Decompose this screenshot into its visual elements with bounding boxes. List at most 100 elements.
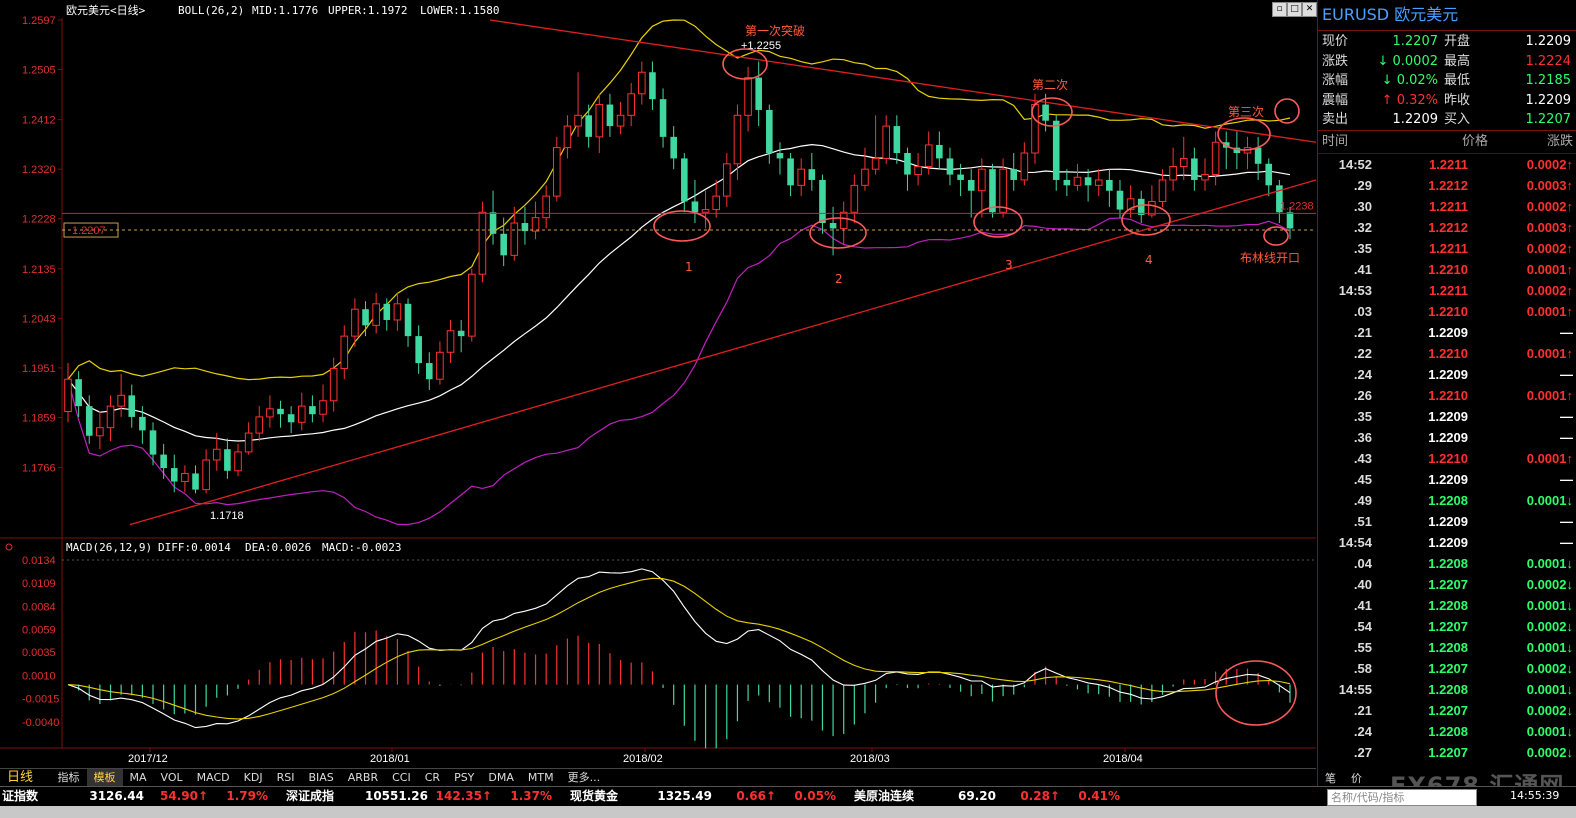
candle-body bbox=[1201, 174, 1209, 181]
tick-time: .24 bbox=[1353, 366, 1372, 382]
col-change: 涨跌 bbox=[1546, 133, 1573, 149]
tick-change: 0.0001↓ bbox=[1526, 555, 1573, 571]
tick-row[interactable]: .29 1.2212 0.0003↑ bbox=[1318, 175, 1576, 196]
col-time: 时间 bbox=[1322, 133, 1349, 149]
tick-list[interactable]: 14:52 1.2211 0.0002↑ .29 1.2212 0.0003↑ .30 1.2… bbox=[1318, 154, 1576, 763]
tick-row[interactable]: .51 1.2209 — bbox=[1318, 511, 1576, 532]
candle-body bbox=[446, 330, 455, 353]
quote-value: ↓ 0.02% bbox=[1381, 73, 1438, 89]
y-tick-label: 1.2412 bbox=[22, 115, 56, 127]
tab-trades[interactable]: 笔 bbox=[1325, 770, 1336, 786]
tick-row[interactable]: .26 1.2210 0.0001↑ bbox=[1318, 385, 1576, 406]
macd-y-tick-label: 0.0059 bbox=[22, 625, 56, 637]
candle-body bbox=[808, 169, 816, 180]
tick-price: 1.2210 bbox=[1428, 450, 1468, 466]
indicator-tab[interactable]: CR bbox=[418, 769, 447, 786]
indicator-tab[interactable]: DMA bbox=[481, 769, 521, 786]
indicator-tab[interactable]: VOL bbox=[154, 769, 190, 786]
window-max-button[interactable]: □ bbox=[1287, 2, 1302, 17]
tick-row[interactable]: .32 1.2212 0.0003↑ bbox=[1318, 217, 1576, 238]
tick-row[interactable]: .22 1.2210 0.0001↑ bbox=[1318, 343, 1576, 364]
indicator-tab[interactable]: MA bbox=[123, 769, 154, 786]
tick-row[interactable]: .03 1.2210 0.0001↑ bbox=[1318, 301, 1576, 322]
tick-row[interactable]: .04 1.2208 0.0001↓ bbox=[1318, 553, 1576, 574]
tick-table-header: 时间 价格 涨跌 bbox=[1318, 131, 1576, 154]
candle-body bbox=[467, 273, 476, 337]
status-name[interactable]: 现货黄金 bbox=[552, 787, 640, 806]
tick-row[interactable]: 14:55 1.2208 0.0001↓ bbox=[1318, 679, 1576, 700]
macd-dea-value: DEA:0.0026 bbox=[245, 541, 311, 554]
window-restore-button[interactable]: ▫ bbox=[1272, 2, 1287, 17]
tick-row[interactable]: .49 1.2208 0.0001↓ bbox=[1318, 490, 1576, 511]
indicator-tab[interactable]: ARBR bbox=[341, 769, 385, 786]
candle-body bbox=[712, 195, 720, 211]
candle-body bbox=[691, 201, 699, 213]
candle-body bbox=[999, 168, 1007, 213]
tick-row[interactable]: 14:53 1.2211 0.0002↑ bbox=[1318, 280, 1576, 301]
tick-row[interactable]: .40 1.2207 0.0002↓ bbox=[1318, 574, 1576, 595]
tick-change: 0.0001↑ bbox=[1526, 387, 1573, 403]
status-name[interactable]: 证指数 bbox=[0, 787, 72, 806]
tick-row[interactable]: .58 1.2207 0.0002↓ bbox=[1318, 658, 1576, 679]
quote-value: 1.2209 bbox=[1392, 112, 1439, 128]
macd-value: MACD:-0.0023 bbox=[322, 541, 401, 554]
tick-row[interactable]: 14:54 1.2209 — bbox=[1318, 532, 1576, 553]
candle-body bbox=[670, 136, 677, 159]
candle-body bbox=[1137, 198, 1145, 215]
tick-row[interactable]: 14:52 1.2211 0.0002↑ bbox=[1318, 154, 1576, 175]
search-input[interactable]: 名称/代码/指标 bbox=[1327, 789, 1477, 806]
tick-row[interactable]: .30 1.2211 0.0002↑ bbox=[1318, 196, 1576, 217]
indicator-tab[interactable]: 更多... bbox=[561, 769, 608, 786]
macd-y-tick-label: 0.0010 bbox=[22, 670, 56, 682]
tick-row[interactable]: .35 1.2211 0.0002↑ bbox=[1318, 238, 1576, 259]
tick-row[interactable]: .54 1.2207 0.0002↓ bbox=[1318, 616, 1576, 637]
tick-row[interactable]: .43 1.2210 0.0001↑ bbox=[1318, 448, 1576, 469]
tick-change: 0.0001↓ bbox=[1526, 492, 1573, 508]
candle-body bbox=[64, 378, 72, 413]
indicator-tab[interactable]: MACD bbox=[190, 769, 237, 786]
indicator-tab[interactable]: 模板 bbox=[86, 769, 123, 786]
tick-row[interactable]: .36 1.2209 — bbox=[1318, 427, 1576, 448]
x-tick-label: 2018/02 bbox=[623, 753, 663, 765]
indicator-tab[interactable]: 指标 bbox=[51, 769, 87, 786]
tick-row[interactable]: .41 1.2208 0.0001↓ bbox=[1318, 595, 1576, 616]
tick-row[interactable]: .45 1.2209 — bbox=[1318, 469, 1576, 490]
indicator-tab[interactable]: CCI bbox=[385, 769, 418, 786]
tick-price: 1.2207 bbox=[1428, 744, 1468, 760]
tick-time: .41 bbox=[1353, 261, 1372, 277]
candle-body bbox=[234, 451, 242, 472]
status-name[interactable]: 美原油连续 bbox=[836, 787, 924, 806]
candle-body bbox=[287, 414, 295, 423]
tick-row[interactable]: .24 1.2209 — bbox=[1318, 364, 1576, 385]
tick-row[interactable]: .24 1.2208 0.0001↓ bbox=[1318, 721, 1576, 742]
indicator-tab[interactable]: MTM bbox=[521, 769, 561, 786]
tick-row[interactable]: .41 1.2210 0.0001↑ bbox=[1318, 259, 1576, 280]
tick-change: 0.0002↑ bbox=[1526, 282, 1573, 298]
candle-body bbox=[585, 115, 592, 137]
indicator-tab[interactable]: KDJ bbox=[237, 769, 270, 786]
tick-row[interactable]: .55 1.2208 0.0001↓ bbox=[1318, 637, 1576, 658]
chart-area[interactable]: 1.2597 1.2505 1.2412 1.2320 1.2228 1.2135 1.20… bbox=[0, 0, 1317, 818]
quote-label: 最低 bbox=[1444, 73, 1471, 89]
y-tick-label: 1.2597 bbox=[22, 15, 56, 27]
tick-row[interactable]: .35 1.2209 — bbox=[1318, 406, 1576, 427]
price-chart[interactable]: 1.2597 1.2505 1.2412 1.2320 1.2228 1.2135 1.20… bbox=[0, 0, 1316, 768]
tick-row[interactable]: .27 1.2207 0.0002↓ bbox=[1318, 742, 1576, 763]
indicator-tab[interactable]: PSY bbox=[447, 769, 481, 786]
candle-body bbox=[255, 416, 264, 434]
indicator-tab[interactable]: RSI bbox=[270, 769, 302, 786]
candle-body bbox=[329, 367, 338, 402]
tick-price: 1.2210 bbox=[1428, 345, 1468, 361]
tick-change: 0.0001↑ bbox=[1526, 345, 1573, 361]
period-selector[interactable]: 日线 bbox=[0, 769, 47, 786]
tick-row[interactable]: .21 1.2207 0.0002↓ bbox=[1318, 700, 1576, 721]
quote-value: 1.2207 bbox=[1392, 34, 1439, 49]
tick-time: 14:55 bbox=[1338, 681, 1372, 697]
quote-label: 昨收 bbox=[1444, 92, 1471, 108]
tab-price[interactable]: 价 bbox=[1351, 770, 1362, 786]
tick-row[interactable]: .21 1.2209 — bbox=[1318, 322, 1576, 343]
tick-time: .32 bbox=[1353, 219, 1372, 235]
indicator-tab[interactable]: BIAS bbox=[301, 769, 340, 786]
window-close-button[interactable]: ✕ bbox=[1302, 2, 1317, 17]
status-name[interactable]: 深证成指 bbox=[268, 787, 356, 806]
